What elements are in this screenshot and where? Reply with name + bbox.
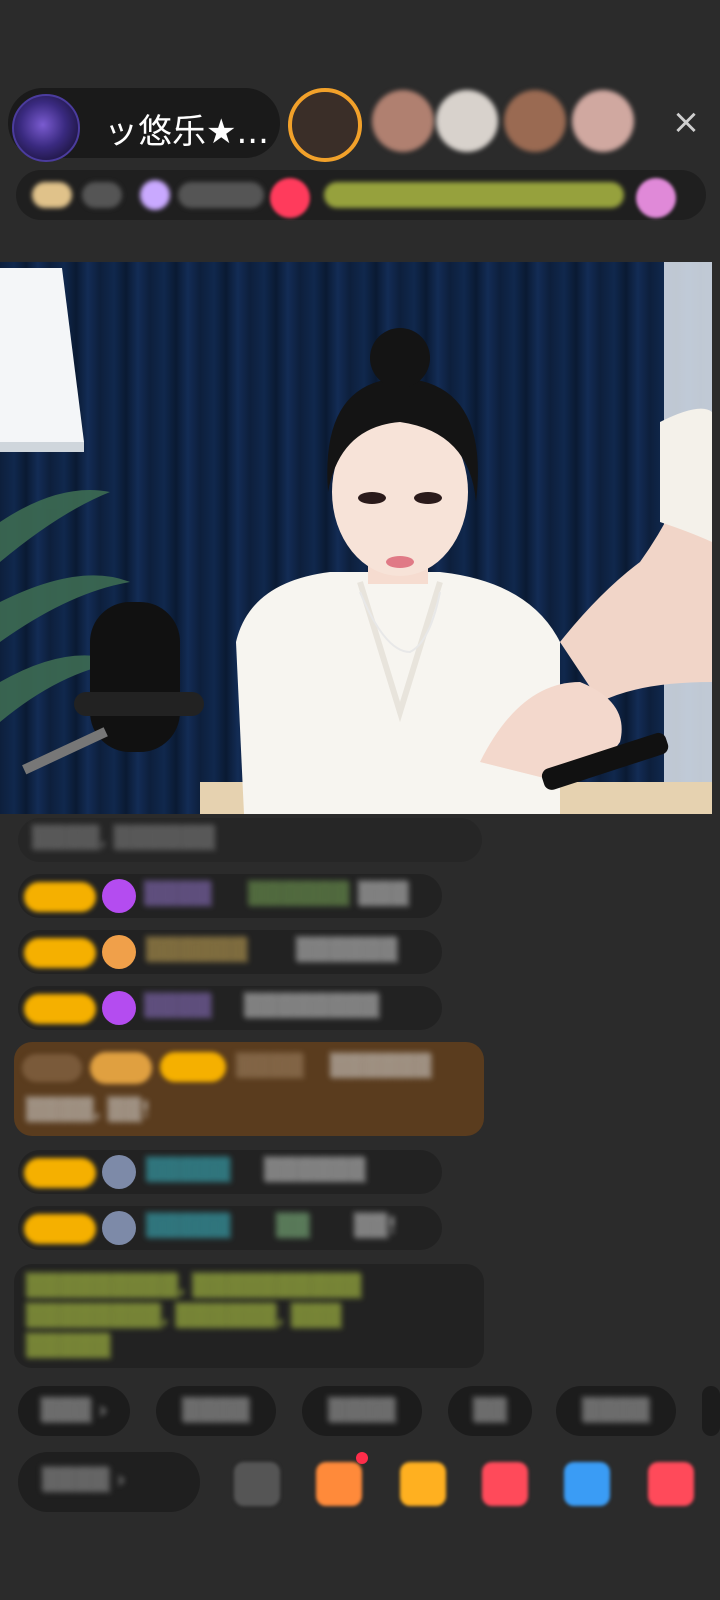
quick-chip-5[interactable]: ▒▒▒▒: [556, 1386, 676, 1436]
anchor-name: ッ悠乐★...: [104, 112, 269, 152]
level-badge: [24, 1158, 96, 1188]
level-badge: [24, 938, 96, 968]
chat-message-6[interactable]: ▒▒▒▒▒ ▒▒ ▒▒!: [18, 1206, 442, 1250]
more-avatar-icon[interactable]: [636, 178, 676, 218]
anchor-avatar[interactable]: [12, 94, 80, 162]
top-viewer-avatar-5[interactable]: [572, 90, 634, 152]
quick-chip-4[interactable]: ▒▒: [448, 1386, 532, 1436]
noble-crest-icon: [90, 1052, 152, 1084]
stream-frame-illustration: [0, 262, 712, 814]
announcement-ticker[interactable]: [324, 182, 624, 208]
top-viewer-avatar-4[interactable]: [504, 90, 566, 152]
chat-message-1[interactable]: ▒▒▒▒, ▒▒▒▒▒▒: [18, 818, 482, 862]
chat-input[interactable]: ▒▒▒▒ ›: [18, 1452, 200, 1512]
system-notice: ▒▒▒▒▒▒▒▒▒, ▒▒▒▒▒▒▒▒▒▒ ▒▒▒▒▒▒▒▒, ▒▒▒▒▒▒, …: [14, 1264, 484, 1368]
treasure-icon[interactable]: [400, 1462, 446, 1506]
chat-message-5[interactable]: ▒▒▒▒▒ ▒▒▒▒▒▒: [18, 1150, 442, 1194]
chat-message-highlight[interactable]: ▒▒▒▒ ▒▒▒▒▒▒ ▒▒▒▒, ▒▒!: [14, 1042, 484, 1136]
red-envelope-icon[interactable]: [482, 1462, 528, 1506]
chat-message-2[interactable]: ▒▒▒▒ ▒▒▒▒▒▒ ▒▒▒: [18, 874, 442, 918]
level-badge: [160, 1052, 226, 1082]
quick-chip-3[interactable]: ▒▒▒▒: [302, 1386, 422, 1436]
top-viewer-avatar-2[interactable]: [372, 90, 434, 152]
level-badge: [24, 994, 96, 1024]
level-badge: [24, 882, 96, 912]
rank-text-placeholder: [82, 182, 122, 208]
chat-message-4[interactable]: ▒▒▒▒ ▒▒▒▒▒▒▒▒: [18, 986, 442, 1030]
live-video[interactable]: [0, 262, 712, 814]
popularity-icon: [140, 180, 170, 210]
emoji-icon[interactable]: [234, 1462, 280, 1506]
follow-heart-icon[interactable]: [270, 178, 310, 218]
level-badge: [24, 1214, 96, 1244]
popularity-text-placeholder: [178, 182, 264, 208]
gem-icon: [102, 991, 136, 1025]
medal-icon: [102, 935, 136, 969]
chat-message-3[interactable]: ▒▒▒▒▒▒ ▒▒▒▒▒▒: [18, 930, 442, 974]
game-icon[interactable]: [564, 1462, 610, 1506]
gift-icon[interactable]: [648, 1462, 694, 1506]
close-icon[interactable]: ×: [664, 100, 708, 144]
top-viewer-avatar-3[interactable]: [436, 90, 498, 152]
user-avatar-icon: [102, 1211, 136, 1245]
top-viewer-avatar-1[interactable]: [288, 88, 362, 162]
quick-chip-1[interactable]: ▒▒▒ ›: [18, 1386, 130, 1436]
quick-chip-6[interactable]: [702, 1386, 720, 1436]
user-avatar-icon: [102, 1155, 136, 1189]
red-dot-indicator: [356, 1452, 368, 1464]
quick-chip-2[interactable]: ▒▒▒▒: [156, 1386, 276, 1436]
gift-box-icon[interactable]: [316, 1462, 362, 1506]
gem-icon: [102, 879, 136, 913]
rank-icon: [32, 182, 72, 208]
noble-badge: [22, 1054, 82, 1082]
